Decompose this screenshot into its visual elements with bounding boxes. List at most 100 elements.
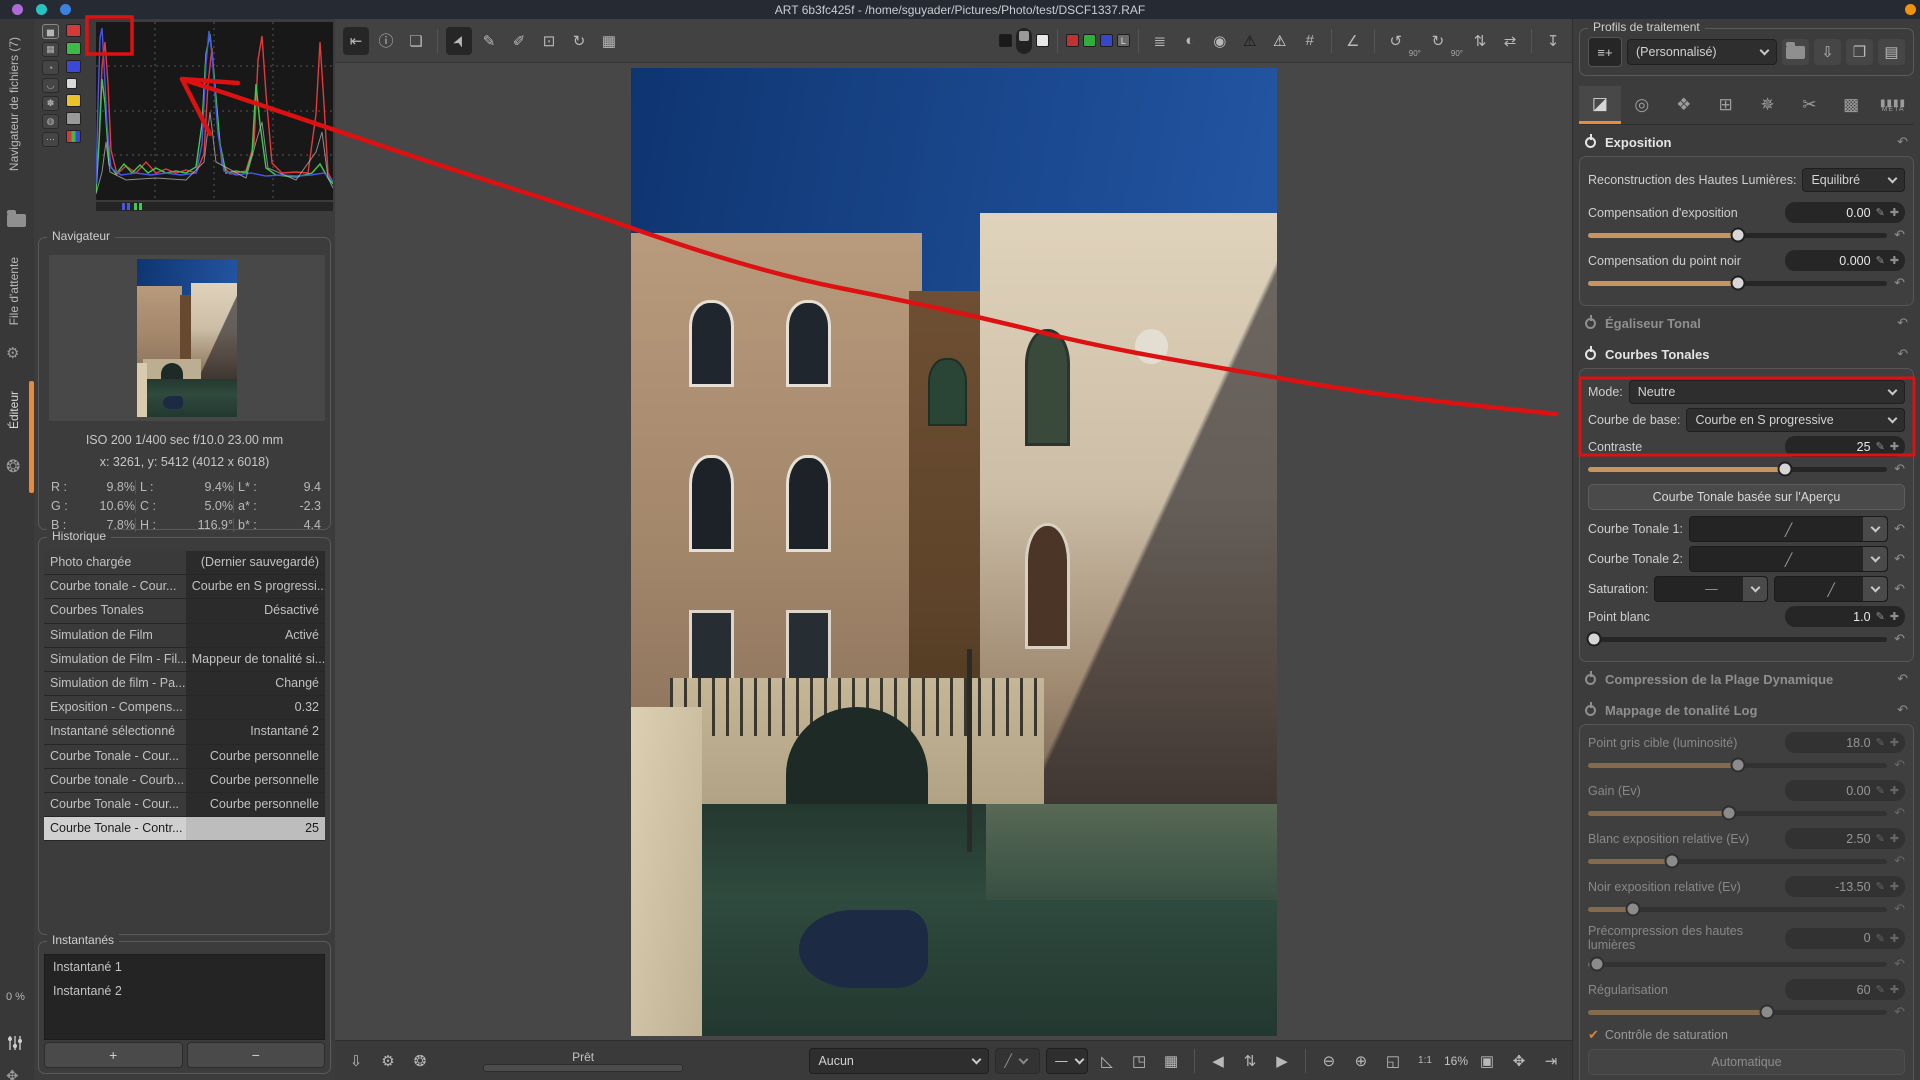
black-rel-exposure-slider[interactable]: ↶ xyxy=(1588,901,1905,917)
white-balance-picker-icon[interactable]: ✎ xyxy=(476,27,502,55)
new-profile-button[interactable]: ≡+ xyxy=(1588,37,1622,67)
rgb-mode-icon[interactable]: ▦ xyxy=(42,42,59,57)
curve-from-preview-button[interactable]: Courbe Tonale basée sur l'Aperçu xyxy=(1588,484,1905,510)
rotate-ccw-icon[interactable]: ↺ xyxy=(1383,27,1409,55)
plus-icon[interactable]: ✚ xyxy=(1890,440,1899,453)
exposure-compensation-slider[interactable]: ↶ xyxy=(1588,227,1905,243)
plus-icon[interactable]: ✚ xyxy=(1890,610,1899,623)
green-channel-square[interactable] xyxy=(1082,34,1096,47)
reset-icon[interactable]: ↶ xyxy=(1894,275,1905,291)
black-rel-exposure-spin[interactable]: -13.50 ✎ ✚ xyxy=(1785,876,1905,897)
automatic-button[interactable]: Automatique xyxy=(1588,1049,1905,1075)
info-icon[interactable]: ⓘ xyxy=(373,27,399,55)
black-point-slider[interactable]: ↶ xyxy=(1588,275,1905,291)
white-rel-exposure-spin[interactable]: 2.50 ✎ ✚ xyxy=(1785,828,1905,849)
tone-curves-header[interactable]: Courbes Tonales ↶ xyxy=(1579,337,1914,368)
reset-icon[interactable]: ↶ xyxy=(1894,521,1905,537)
highlight-clip-warning-icon[interactable]: ⚠ xyxy=(1267,27,1293,55)
gain-slider[interactable]: ↶ xyxy=(1588,805,1905,821)
shadow-clip-warning-icon[interactable]: ⚠ xyxy=(1237,27,1263,55)
filter-dropdown[interactable]: Aucun xyxy=(809,1047,990,1074)
equalizer-icon[interactable] xyxy=(6,1034,24,1056)
before-after-toggle[interactable] xyxy=(1015,27,1032,54)
luma-channel-square[interactable]: L xyxy=(1116,34,1130,47)
history-row-selected[interactable]: Courbe Tonale - Contr... 25 xyxy=(44,817,325,842)
saturation-curve-selector[interactable]: ╱ xyxy=(1774,576,1889,602)
reset-icon[interactable]: ↶ xyxy=(1894,461,1905,477)
zoom-out-icon[interactable]: ⊖ xyxy=(1316,1047,1342,1075)
snapshot-item[interactable]: Instantané 2 xyxy=(45,979,324,1003)
pin-icon[interactable]: ↧ xyxy=(1540,27,1566,55)
exposure-compensation-spin[interactable]: 0.00 ✎ ✚ xyxy=(1785,202,1905,223)
contrast-slider[interactable]: ↶ xyxy=(1588,461,1905,477)
history-row[interactable]: Courbe Tonale - Cour... Courbe personnell… xyxy=(44,744,325,769)
red-channel-toggle[interactable] xyxy=(66,24,81,37)
zoom-fit-crop-icon[interactable]: ◱ xyxy=(1380,1047,1406,1075)
highlight-reconstruction-dropdown[interactable]: Equilibré xyxy=(1802,168,1905,192)
luma-channel-toggle[interactable] xyxy=(66,78,77,89)
chroma-channel-toggle[interactable] xyxy=(66,94,81,107)
power-icon[interactable] xyxy=(1585,670,1596,685)
color-mode-icon[interactable]: ◔ xyxy=(42,60,59,75)
previous-image-icon[interactable]: ◀ xyxy=(1205,1047,1231,1075)
image-canvas[interactable] xyxy=(335,63,1572,1040)
copy-profile-icon[interactable]: ❐ xyxy=(1846,39,1873,65)
reset-icon[interactable]: ↶ xyxy=(1897,134,1908,150)
remove-snapshot-button[interactable]: − xyxy=(186,1042,325,1068)
history-row[interactable]: Photo chargée (Dernier sauvegardé) xyxy=(44,551,325,576)
grid-overlay-icon[interactable]: # xyxy=(1297,27,1323,55)
window-button-2[interactable] xyxy=(36,4,47,15)
raw-toggle[interactable] xyxy=(66,130,81,143)
white-point-spin[interactable]: 1.0 ✎ ✚ xyxy=(1785,606,1905,627)
history-row[interactable]: Courbe Tonale - Cour... Courbe personnell… xyxy=(44,792,325,818)
reset-icon[interactable]: ↶ xyxy=(1894,631,1905,647)
tab-effects[interactable]: ✵ xyxy=(1747,86,1789,124)
edit-icon[interactable]: ✎ xyxy=(1876,610,1885,623)
mode-toggle[interactable] xyxy=(66,112,81,125)
film-mode-icon[interactable]: ✽ xyxy=(42,96,59,111)
save-profile-icon[interactable]: ⇩ xyxy=(1814,39,1841,65)
base-curve-dropdown[interactable]: Courbe en S progressive xyxy=(1686,408,1905,432)
history-row[interactable]: Simulation de film - Pa... Changé xyxy=(44,671,325,697)
curve-preview-dropdown[interactable]: ╱ xyxy=(995,1047,1041,1074)
checkbox-checked-icon[interactable]: ✔ xyxy=(1588,1027,1599,1043)
history-row[interactable]: Courbe tonale - Courb... Courbe personnel… xyxy=(44,768,325,793)
regularization-slider[interactable]: ↶ xyxy=(1588,1004,1905,1020)
settings-gear-icon[interactable]: ⚙ xyxy=(375,1047,401,1075)
circle-mode-icon[interactable]: ◍ xyxy=(42,114,59,129)
history-row[interactable]: Instantané sélectionné Instantané 2 xyxy=(44,720,325,745)
crop-window-icon[interactable]: ▣ xyxy=(1474,1047,1500,1075)
power-icon[interactable] xyxy=(1585,701,1596,716)
tab-exposure[interactable]: ◪ xyxy=(1579,86,1621,124)
black-clip-square[interactable] xyxy=(998,34,1012,47)
reset-icon[interactable]: ↶ xyxy=(1897,346,1908,362)
window-button-1[interactable] xyxy=(12,4,23,15)
exposure-header[interactable]: Exposition ↶ xyxy=(1579,125,1914,156)
gain-spin[interactable]: 0.00 ✎ ✚ xyxy=(1785,780,1905,801)
plus-icon[interactable]: ✚ xyxy=(1890,206,1899,219)
black-point-spin[interactable]: 0.000 ✎ ✚ xyxy=(1785,250,1905,271)
power-icon[interactable] xyxy=(1585,345,1596,360)
drc-header[interactable]: Compression de la Plage Dynamique ↶ xyxy=(1579,662,1914,693)
collapse-left-panel-icon[interactable]: ⇤ xyxy=(343,26,369,55)
history-row[interactable]: Exposition - Compens... 0.32 xyxy=(44,696,325,721)
add-snapshot-button[interactable]: + xyxy=(44,1042,183,1068)
monitor-profile-icon[interactable]: ▦ xyxy=(1158,1047,1184,1075)
mode-dropdown[interactable]: Neutre xyxy=(1628,380,1905,404)
tab-color[interactable]: ❖ xyxy=(1663,86,1705,124)
history-row[interactable]: Courbe tonale - Cour... Courbe en S progr… xyxy=(44,575,325,600)
white-clip-square[interactable] xyxy=(1035,34,1049,47)
reset-icon[interactable]: ↶ xyxy=(1897,315,1908,331)
more-mode-icon[interactable]: ⋯ xyxy=(42,132,59,147)
saturation-mode-selector[interactable]: — xyxy=(1654,576,1769,602)
histogram-mode-icon[interactable]: ▅ xyxy=(42,24,59,39)
gamut-check-icon[interactable]: ◉ xyxy=(1207,27,1233,55)
save-icon[interactable]: ⇩ xyxy=(343,1047,369,1075)
flip-vertical-icon[interactable]: ⇅ xyxy=(1467,27,1493,55)
plus-icon[interactable]: ✚ xyxy=(1890,254,1899,267)
tab-editor[interactable]: Éditeur xyxy=(7,391,21,429)
fullscreen-icon[interactable]: ✥ xyxy=(1506,1047,1532,1075)
highlight-precompression-slider[interactable]: ↶ xyxy=(1588,956,1905,972)
navigator-preview[interactable] xyxy=(49,255,325,421)
reset-icon[interactable]: ↶ xyxy=(1897,671,1908,687)
